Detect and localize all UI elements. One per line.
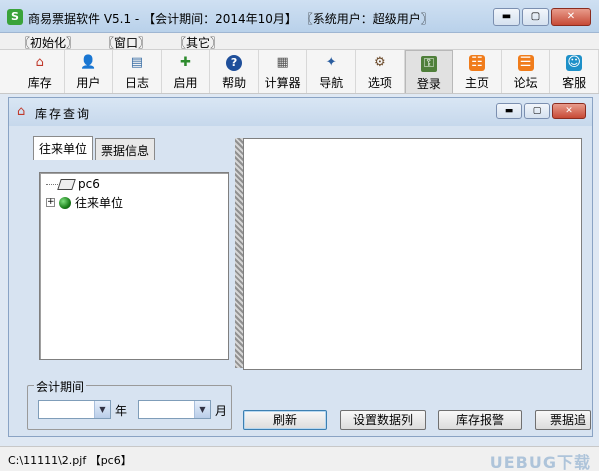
toolbar-inventory-button[interactable]: ⌂ 库存 [16,50,65,93]
minimize-button[interactable]: ▬ [493,8,520,26]
status-text: C:\11111\2.pjf 【pc6】 [8,454,132,467]
toolbar-log-button[interactable]: ▤ 日志 [113,50,162,93]
tree-node-label: 往来单位 [75,196,124,210]
toolbar-login-button[interactable]: ⚿ 登录 [404,50,454,93]
toolbar-label: 库存 [27,76,52,90]
toolbar-label: 计算器 [264,76,301,90]
log-icon: ▤ [130,55,144,70]
child-minimize-button[interactable]: ▬ [496,103,522,119]
app-title: 商易票据软件 V5.1 - 【会计期间：2014年10月】 〖系统用户：超级用户… [28,12,433,26]
child-title-bar: ⌂ 库存查询 ▬ ▢ ✕ [9,98,592,126]
chevron-down-icon[interactable]: ▼ [194,401,210,418]
toolbar-label: 客服 [562,76,587,90]
tree-node-partners[interactable]: + 往来单位 [46,194,123,211]
child-window-title: 库存查询 [35,107,92,121]
bill-track-button[interactable]: 票据追 [535,410,591,430]
chevron-down-icon[interactable]: ▼ [94,401,110,418]
main-toolbar: ⌂ 库存 👤 用户 ▤ 日志 ✚ 启用 ? 帮助 ▦ 计算器 ✦ 导航 ⚙ 选项… [0,50,599,94]
tree-node-pc6[interactable]: pc6 [46,177,100,191]
inventory-query-window: ⌂ 库存查询 ▬ ▢ ✕ 往来单位 票据信息 pc6 + 往来单位 会计期间 ▼… [8,97,593,437]
partner-tree: pc6 + 往来单位 [39,172,229,360]
child-maximize-button[interactable]: ▢ [524,103,550,119]
computer-icon [57,178,76,190]
home-icon: ⌂ [35,55,44,70]
forum-icon: ☰ [517,55,534,71]
calculator-icon: ▦ [276,55,289,70]
window-controls: ▬ ▢ ✕ [493,8,591,26]
toolbar-label: 用户 [76,76,101,90]
toolbar-enable-button[interactable]: ✚ 启用 [162,50,211,93]
period-legend: 会计期间 [34,378,87,395]
toolbar-help-button[interactable]: ? 帮助 [210,50,259,93]
stock-alarm-button[interactable]: 库存报警 [438,410,522,430]
watermark-logo: UEBUG下载 [489,453,591,471]
toolbar-label: 启用 [173,76,198,90]
toolbar-user-button[interactable]: 👤 用户 [65,50,114,93]
month-suffix: 月 [215,404,228,418]
toolbar-navigation-button[interactable]: ✦ 导航 [307,50,357,93]
status-bar: C:\11111\2.pjf 【pc6】 UEBUG下载 [0,446,599,471]
left-panel: 往来单位 票据信息 pc6 + 往来单位 [29,136,236,368]
toolbar-label: 日志 [124,76,149,90]
year-select[interactable]: ▼ [38,400,111,419]
rss-home-icon: ☷ [469,55,485,71]
enable-icon: ✚ [180,55,191,70]
navigation-icon: ✦ [325,55,337,70]
toolbar-label: 主页 [465,76,490,90]
close-button[interactable]: ✕ [551,8,591,26]
toolbar-options-button[interactable]: ⚙ 选项 [356,50,405,93]
app-logo-icon: S [7,9,23,25]
toolbar-label: 导航 [319,76,344,90]
pane-splitter[interactable] [235,138,243,368]
toolbar-label: 论坛 [513,76,538,90]
options-icon: ⚙ [374,55,386,70]
tab-partners[interactable]: 往来单位 [33,136,94,160]
maximize-button[interactable]: ▢ [522,8,549,26]
month-select[interactable]: ▼ [138,400,211,419]
menu-window[interactable]: 〖窗口〗 [90,33,162,50]
user-icon: 👤 [80,55,97,70]
tab-bill-info[interactable]: 票据信息 [95,138,156,160]
menu-bar: 〖初始化〗 〖窗口〗 〖其它〗 [0,33,599,50]
set-columns-button[interactable]: 设置数据列 [340,410,426,430]
results-pane [243,138,582,370]
toolbar-forum-button[interactable]: ☰ 论坛 [502,50,551,93]
menu-other[interactable]: 〖其它〗 [162,33,234,50]
help-icon: ? [226,55,243,71]
app-title-bar: S 商易票据软件 V5.1 - 【会计期间：2014年10月】 〖系统用户：超级… [0,0,599,33]
globe-icon [59,196,71,209]
menu-init[interactable]: 〖初始化〗 [6,33,90,50]
tree-connector [46,183,58,185]
toolbar-homepage-button[interactable]: ☷ 主页 [453,50,502,93]
home-icon: ⌂ [17,104,26,119]
refresh-button[interactable]: 刷新 [243,410,327,430]
tab-strip: 往来单位 票据信息 [33,136,157,160]
year-suffix: 年 [115,404,128,418]
support-icon: ☺ [566,55,583,71]
accounting-period-group: 会计期间 ▼ 年 ▼ 月 [27,378,232,430]
toolbar-support-button[interactable]: ☺ 客服 [550,50,599,93]
login-key-icon: ⚿ [420,56,437,72]
tree-node-label: pc6 [78,177,100,191]
toolbar-label: 帮助 [222,76,247,90]
child-window-controls: ▬ ▢ ✕ [496,103,586,119]
toolbar-label: 登录 [416,77,441,91]
expand-icon[interactable]: + [46,198,55,207]
toolbar-label: 选项 [367,76,392,90]
toolbar-calculator-button[interactable]: ▦ 计算器 [259,50,308,93]
child-close-button[interactable]: ✕ [552,103,586,119]
